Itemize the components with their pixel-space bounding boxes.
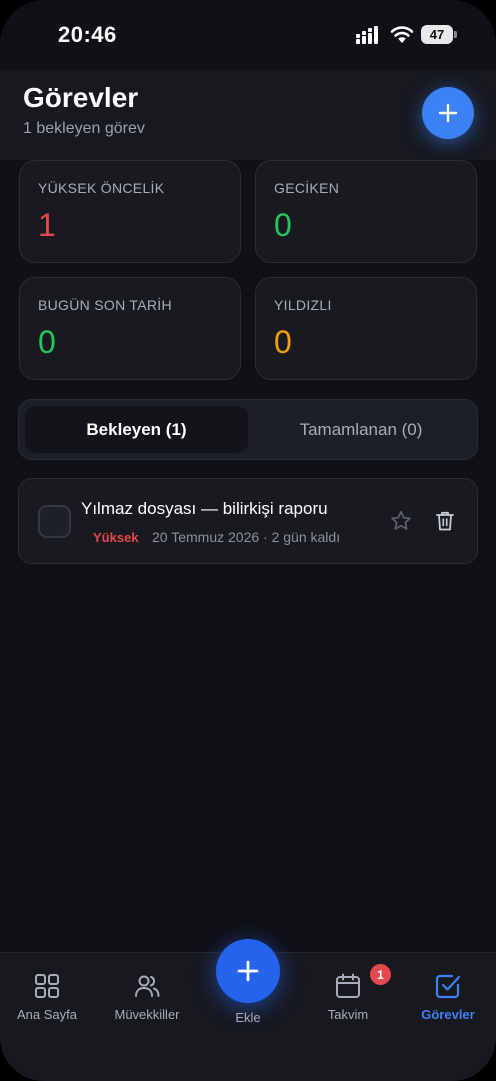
center-add-button[interactable]: [216, 939, 280, 1003]
tab-label-add: Ekle: [235, 1010, 261, 1025]
battery-icon: 47: [421, 25, 457, 44]
task-checkbox[interactable]: [38, 505, 71, 538]
tab-pending[interactable]: Bekleyen (1): [25, 406, 248, 453]
wifi-icon: [390, 26, 414, 43]
tab-tasks[interactable]: Görevler: [398, 953, 496, 1043]
signal-icon: [356, 26, 378, 44]
stat-value: 0: [274, 207, 292, 243]
tab-clients[interactable]: Müvekkiller: [97, 953, 197, 1043]
task-item[interactable]: Yılmaz dosyası — bilirkişi raporu Yüksek…: [18, 478, 478, 564]
grid-icon: [35, 974, 59, 998]
page-header: Görevler 1 bekleyen görev: [0, 70, 496, 160]
stat-card-high-priority[interactable]: YÜKSEK ÖNCELİK 1: [19, 160, 241, 263]
page-title: Görevler: [23, 82, 139, 113]
phone-screen: 20:46 47 Görevler 1 bekleyen görev YÜKSE…: [0, 0, 496, 1081]
stat-value: 0: [274, 324, 292, 360]
task-due-date: 20 Temmuz 2026 · 2 gün kaldı: [152, 529, 341, 545]
task-title: Yılmaz dosyası — bilirkişi raporu: [81, 499, 328, 518]
calendar-icon: [336, 973, 360, 998]
task-filter-segmented: Bekleyen (1) Tamamlanan (0): [18, 399, 478, 460]
bottom-tab-bar: Ana Sayfa Müvekkiller Ekle Takvim 1 Göre…: [0, 939, 496, 1081]
tab-completed[interactable]: Tamamlanan (0): [249, 406, 473, 453]
stat-label: YÜKSEK ÖNCELİK: [38, 180, 165, 196]
add-task-button[interactable]: [422, 87, 474, 139]
status-bar: 20:46 47: [0, 0, 496, 70]
tab-label: Takvim: [327, 1007, 369, 1022]
tab-label: Görevler: [421, 1007, 475, 1022]
tab-label: Müvekkiller: [114, 1007, 180, 1022]
users-icon: [135, 975, 160, 997]
plus-icon: [438, 103, 458, 123]
tab-label: Ana Sayfa: [17, 1007, 77, 1022]
stat-card-starred[interactable]: YILDIZLI 0: [255, 277, 477, 380]
plus-icon: [237, 960, 259, 982]
stat-label: GECİKEN: [274, 180, 340, 196]
priority-badge: Yüksek: [93, 530, 139, 545]
trash-icon[interactable]: [435, 510, 455, 532]
stat-label: YILDIZLI: [274, 297, 332, 313]
status-time: 20:46: [58, 22, 117, 47]
page-subtitle: 1 bekleyen görev: [23, 120, 145, 137]
stat-value: 0: [38, 324, 56, 360]
stat-card-due-today[interactable]: BUGÜN SON TARİH 0: [19, 277, 241, 380]
check-square-icon: [435, 974, 461, 999]
stat-value: 1: [38, 207, 56, 243]
battery-level: 47: [429, 27, 445, 42]
star-icon[interactable]: [389, 509, 413, 533]
calendar-badge: 1: [370, 964, 391, 985]
stat-card-overdue[interactable]: GECİKEN 0: [255, 160, 477, 263]
stat-label: BUGÜN SON TARİH: [38, 297, 172, 313]
tab-home[interactable]: Ana Sayfa: [0, 953, 97, 1043]
